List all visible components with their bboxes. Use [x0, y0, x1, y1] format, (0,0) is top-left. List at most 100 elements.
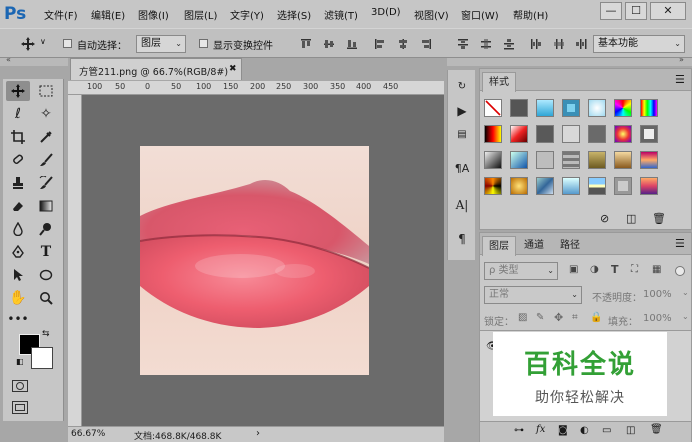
- trash-icon[interactable]: 🗑: [650, 424, 663, 435]
- align-top-icon[interactable]: [300, 38, 312, 50]
- character-panel-icon[interactable]: A|: [453, 196, 471, 214]
- screen-mode-button[interactable]: [12, 401, 28, 414]
- fill-value[interactable]: 100%: [643, 313, 672, 324]
- zoom-level[interactable]: 66.67%: [71, 429, 105, 439]
- background-color-swatch[interactable]: [31, 347, 53, 369]
- style-swatch[interactable]: [640, 125, 658, 143]
- tab-paths[interactable]: 路径: [554, 236, 586, 255]
- history-brush-tool[interactable]: [34, 173, 58, 193]
- history-panel-icon[interactable]: ↻: [453, 78, 471, 96]
- style-swatch[interactable]: [484, 151, 502, 169]
- style-swatch[interactable]: [562, 177, 580, 195]
- style-swatch[interactable]: [588, 151, 606, 169]
- style-swatch[interactable]: [536, 177, 554, 195]
- style-swatch[interactable]: [588, 177, 606, 195]
- lock-pixels-icon[interactable]: ✎: [536, 312, 544, 323]
- minimize-button[interactable]: —: [600, 2, 622, 20]
- style-swatch[interactable]: [536, 151, 554, 169]
- align-bottom-icon[interactable]: [346, 38, 358, 50]
- adjustments-panel-icon[interactable]: ▤: [453, 126, 471, 144]
- blend-mode-dropdown[interactable]: 正常 ⌄: [484, 286, 582, 304]
- healing-brush-tool[interactable]: [6, 150, 30, 170]
- style-swatch[interactable]: [588, 99, 606, 117]
- filter-shape-icon[interactable]: ⛶: [631, 264, 638, 275]
- marquee-tool[interactable]: [34, 81, 58, 101]
- path-selection-tool[interactable]: [6, 265, 30, 285]
- hand-tool[interactable]: ✋: [6, 288, 30, 308]
- panel-menu-icon[interactable]: ☰: [675, 237, 685, 250]
- tab-layers[interactable]: 图层: [482, 236, 516, 256]
- restore-button[interactable]: ☐: [625, 2, 647, 20]
- blur-tool[interactable]: [6, 219, 30, 239]
- distribute-vcenter-icon[interactable]: [480, 38, 492, 50]
- distribute-bottom-icon[interactable]: [503, 38, 515, 50]
- toolbar-collapse-bar[interactable]: «: [0, 55, 68, 66]
- menu-view[interactable]: 视图(V): [414, 7, 449, 22]
- show-transform-checkbox[interactable]: [199, 39, 208, 48]
- move-tool[interactable]: [6, 81, 30, 101]
- filter-adjustment-icon[interactable]: ◑: [590, 264, 599, 275]
- opacity-chevron-icon[interactable]: ⌄: [682, 288, 689, 297]
- style-swatch-none[interactable]: [484, 99, 502, 117]
- document-tab[interactable]: 方管211.png @ 66.7%(RGB/8#) ✖: [70, 58, 242, 80]
- style-swatch[interactable]: [484, 125, 502, 143]
- edit-toolbar-button[interactable]: •••: [6, 309, 30, 329]
- swap-colors-icon[interactable]: ⇆: [42, 329, 50, 339]
- align-left-icon[interactable]: [374, 38, 386, 50]
- dodge-tool[interactable]: [34, 219, 58, 239]
- style-swatch[interactable]: [614, 177, 632, 195]
- style-swatch[interactable]: [614, 151, 632, 169]
- style-swatch[interactable]: [536, 125, 554, 143]
- auto-select-dropdown[interactable]: 图层 ⌄: [136, 35, 186, 53]
- paragraph-panel-icon[interactable]: ¶: [453, 230, 471, 248]
- style-swatch[interactable]: [510, 177, 528, 195]
- layer-filter-dropdown[interactable]: ρ 类型 ⌄: [484, 262, 558, 280]
- menu-window[interactable]: 窗口(W): [461, 7, 499, 22]
- style-swatch[interactable]: [536, 99, 554, 117]
- fill-chevron-icon[interactable]: ⌄: [682, 312, 689, 321]
- distribute-top-icon[interactable]: [457, 38, 469, 50]
- add-mask-icon[interactable]: ◙: [558, 425, 568, 436]
- move-tool-icon[interactable]: [20, 36, 36, 52]
- trash-icon[interactable]: 🗑: [652, 212, 666, 225]
- tab-channels[interactable]: 通道: [518, 236, 550, 255]
- vertical-ruler[interactable]: [68, 95, 82, 426]
- crop-tool[interactable]: [6, 127, 30, 147]
- character-styles-icon[interactable]: ¶A: [453, 160, 471, 178]
- style-swatch[interactable]: [640, 177, 658, 195]
- menu-layer[interactable]: 图层(L): [184, 7, 217, 22]
- tool-preset-chevron-icon[interactable]: ∨: [40, 37, 46, 46]
- quick-mask-button[interactable]: [12, 380, 28, 392]
- lips-photo[interactable]: [140, 146, 369, 375]
- actions-play-icon[interactable]: ▶: [453, 102, 471, 120]
- menu-3d[interactable]: 3D(D): [371, 7, 401, 18]
- layer-style-fx-icon[interactable]: fx: [536, 424, 545, 435]
- menu-file[interactable]: 文件(F): [44, 7, 78, 22]
- new-layer-icon[interactable]: ◫: [626, 425, 635, 436]
- menu-select[interactable]: 选择(S): [277, 7, 311, 22]
- distribute-hcenter-icon[interactable]: [553, 38, 565, 50]
- menu-type[interactable]: 文字(Y): [230, 7, 264, 22]
- style-swatch[interactable]: [562, 125, 580, 143]
- filter-smart-object-icon[interactable]: ▦: [652, 264, 661, 275]
- eraser-tool[interactable]: [6, 196, 30, 216]
- brush-tool[interactable]: [34, 150, 58, 170]
- panels-collapse-bar[interactable]: »: [447, 55, 692, 66]
- default-colors-icon[interactable]: ◧: [16, 357, 24, 366]
- align-hcenter-icon[interactable]: [397, 38, 409, 50]
- clone-stamp-tool[interactable]: [6, 173, 30, 193]
- link-layers-icon[interactable]: ⊶: [514, 425, 524, 436]
- menu-help[interactable]: 帮助(H): [513, 7, 548, 22]
- gradient-tool[interactable]: [34, 196, 58, 216]
- close-button[interactable]: ✕: [650, 2, 686, 20]
- style-swatch[interactable]: [562, 99, 580, 117]
- horizontal-ruler[interactable]: 100 50 0 50 100 150 200 250 300 350 400 …: [68, 81, 444, 95]
- style-swatch[interactable]: [614, 99, 632, 117]
- style-swatch[interactable]: [640, 99, 658, 117]
- ellipse-tool[interactable]: [34, 265, 58, 285]
- style-swatch[interactable]: [510, 99, 528, 117]
- new-style-icon[interactable]: ◫: [626, 212, 636, 225]
- style-swatch[interactable]: [614, 125, 632, 143]
- group-folder-icon[interactable]: ▭: [602, 425, 611, 436]
- filter-pixel-icon[interactable]: ▣: [569, 264, 578, 275]
